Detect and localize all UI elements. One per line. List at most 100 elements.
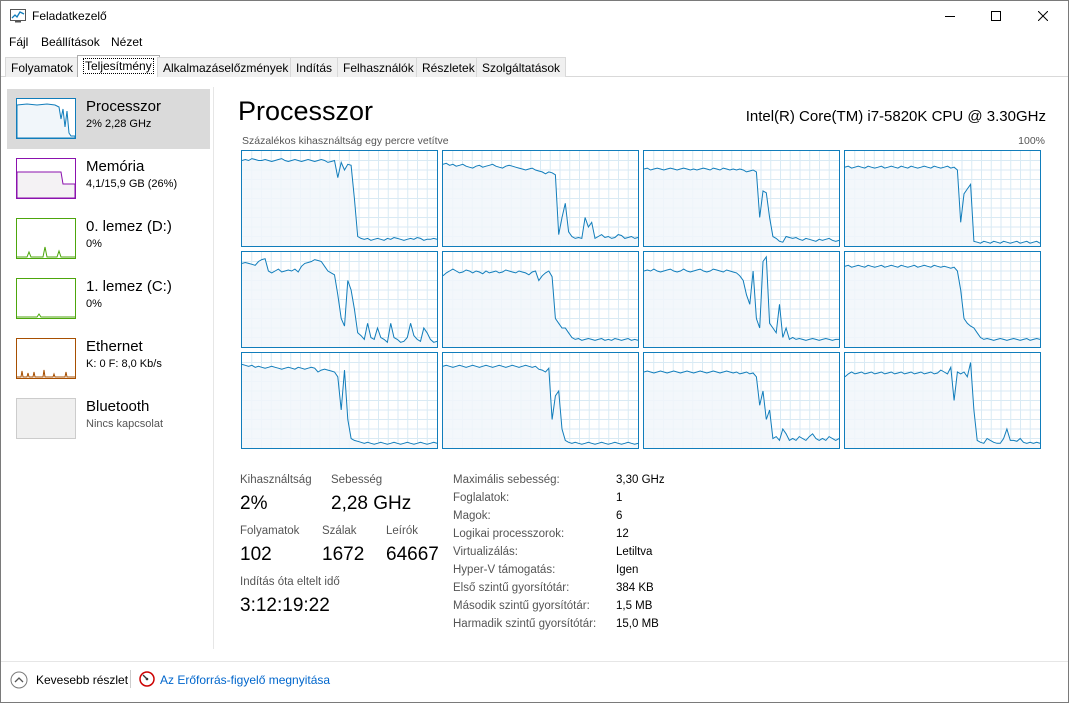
sidebar-item-subtitle: 4,1/15,9 GB (26%) <box>86 178 178 190</box>
cpu-usage-plot <box>442 252 639 347</box>
sidebar-item-subtitle: 0% <box>86 298 102 310</box>
memory-thumbnail <box>16 158 76 199</box>
fewer-details-button[interactable]: Kevesebb részlet <box>36 673 128 687</box>
logical-processor-graph <box>844 251 1041 348</box>
detail-label: Logikai processzorok: <box>453 528 565 540</box>
uptime-value: 3:12:19:22 <box>240 595 330 616</box>
tab-label: Részletek <box>422 61 475 75</box>
logical-processor-graph <box>442 150 639 247</box>
cpu-usage-plot <box>844 151 1041 246</box>
sidebar-item-title: Bluetooth <box>86 398 150 415</box>
logical-processor-graph <box>844 352 1041 449</box>
sidebar-item-disk-d[interactable]: 0. lemez (D:) 0% <box>7 209 210 269</box>
logical-processor-graph <box>241 352 438 449</box>
logical-processor-graph <box>241 150 438 247</box>
tab-label: Szolgáltatások <box>482 61 561 75</box>
cpu-usage-plot <box>643 353 840 448</box>
menu-view[interactable]: Nézet <box>111 35 142 49</box>
open-resource-monitor-link[interactable]: Az Erőforrás-figyelő megnyitása <box>160 673 330 687</box>
handles-label: Leírók <box>386 525 418 537</box>
cpu-usage-plot <box>844 252 1041 347</box>
processes-label: Folyamatok <box>240 525 300 537</box>
sidebar-item-ethernet[interactable]: Ethernet K: 0 F: 8,0 Kb/s <box>7 329 210 389</box>
maximize-icon <box>991 11 1001 21</box>
disk-d-thumbnail-graph <box>17 246 75 258</box>
tab-services[interactable]: Szolgáltatások <box>476 57 567 77</box>
tab-processes[interactable]: Folyamatok <box>5 57 80 77</box>
speed-value: 2,28 GHz <box>331 493 412 514</box>
menu-file[interactable]: Fájl <box>9 35 28 49</box>
sidebar-item-title: Ethernet <box>86 338 143 355</box>
detail-label: Maximális sebesség: <box>453 474 560 486</box>
detail-value: 1 <box>616 492 623 504</box>
logical-processor-graph <box>643 251 840 348</box>
sidebar-item-title: 1. lemez (C:) <box>86 278 172 295</box>
handles-value: 64667 <box>386 544 439 565</box>
cpu-usage-plot <box>442 353 639 448</box>
sidebar-item-disk-c[interactable]: 1. lemez (C:) 0% <box>7 269 210 329</box>
logical-processor-graph <box>643 150 840 247</box>
task-manager-icon <box>10 9 26 23</box>
detail-value: 1,5 MB <box>616 600 653 612</box>
window-title: Feladatkezelő <box>32 9 107 23</box>
logical-processor-graph <box>442 352 639 449</box>
title-bar[interactable]: Feladatkezelő <box>1 1 1068 31</box>
sidebar-item-title: 0. lemez (D:) <box>86 218 172 235</box>
processes-value: 102 <box>240 544 272 565</box>
menu-options[interactable]: Beállítások <box>41 35 100 49</box>
chevron-up-icon[interactable] <box>10 671 28 689</box>
sidebar-item-cpu[interactable]: Processzor 2% 2,28 GHz <box>7 89 210 149</box>
tab-performance[interactable]: Teljesítmény <box>77 55 160 77</box>
minimize-icon <box>945 16 955 17</box>
sidebar-item-bluetooth[interactable]: Bluetooth Nincs kapcsolat <box>7 389 210 449</box>
cpu-usage-plot <box>241 151 438 246</box>
logical-processor-graph <box>442 251 639 348</box>
detail-value: 384 KB <box>616 582 654 594</box>
bluetooth-thumbnail <box>16 398 76 439</box>
disk-c-thumbnail <box>16 278 76 319</box>
sidebar-item-subtitle: Nincs kapcsolat <box>86 418 164 430</box>
cpu-detail-panel: Processzor Intel(R) Core(TM) i7-5820K CP… <box>215 87 1068 649</box>
speed-label: Sebesség <box>331 474 383 486</box>
page-title: Processzor <box>238 96 374 126</box>
sidebar-item-memory[interactable]: Memória 4,1/15,9 GB (26%) <box>7 149 210 209</box>
tab-label: Indítás <box>296 61 333 75</box>
tab-startup[interactable]: Indítás <box>290 57 339 77</box>
tab-app-history[interactable]: Alkalmazáselőzmények <box>157 57 295 77</box>
footer-separator <box>130 670 131 688</box>
close-button[interactable] <box>1020 1 1066 31</box>
cpu-usage-plot <box>844 353 1041 448</box>
detail-value: Igen <box>616 564 639 576</box>
tab-label: Teljesítmény <box>83 58 154 74</box>
cpu-usage-plot <box>643 151 840 246</box>
graph-max-label: 100% <box>1018 135 1045 147</box>
logical-processor-graph <box>241 251 438 348</box>
threads-value: 1672 <box>322 544 365 565</box>
detail-label: Második szintű gyorsítótár: <box>453 600 590 612</box>
cpu-model-name: Intel(R) Core(TM) i7-5820K CPU @ 3.30GHz <box>745 108 1046 125</box>
graph-caption: Százalékos kihasználtság egy percre vetí… <box>242 135 449 147</box>
threads-label: Szálak <box>322 525 357 537</box>
footer-bar: Kevesebb részlet Az Erőforrás-figyelő me… <box>1 661 1068 697</box>
sidebar-item-title: Processzor <box>86 98 162 115</box>
detail-label: Virtualizálás: <box>453 546 518 558</box>
tab-users[interactable]: Felhasználók <box>337 57 420 77</box>
minimize-button[interactable] <box>927 1 973 31</box>
task-manager-window: Feladatkezelő Fájl Beállítások Nézet Fol… <box>0 0 1069 703</box>
detail-value: 12 <box>616 528 629 540</box>
sidebar-item-subtitle: K: 0 F: 8,0 Kb/s <box>86 358 162 370</box>
uptime-label: Indítás óta eltelt idő <box>240 576 340 588</box>
detail-value: 6 <box>616 510 623 522</box>
close-icon <box>1038 11 1048 21</box>
resource-monitor-icon <box>139 671 155 687</box>
utilization-label: Kihasználtság <box>240 474 312 486</box>
cpu-usage-plot <box>442 151 639 246</box>
sidebar-item-title: Memória <box>86 158 145 175</box>
tab-details[interactable]: Részletek <box>416 57 481 77</box>
detail-label: Első szintű gyorsítótár: <box>453 582 570 594</box>
resource-sidebar: Processzor 2% 2,28 GHz Memória 4,1/15,9 … <box>1 87 214 649</box>
ethernet-thumbnail-graph <box>17 369 75 378</box>
logical-processor-graphs <box>241 150 1043 449</box>
maximize-button[interactable] <box>973 1 1019 31</box>
cpu-usage-plot <box>241 353 438 448</box>
